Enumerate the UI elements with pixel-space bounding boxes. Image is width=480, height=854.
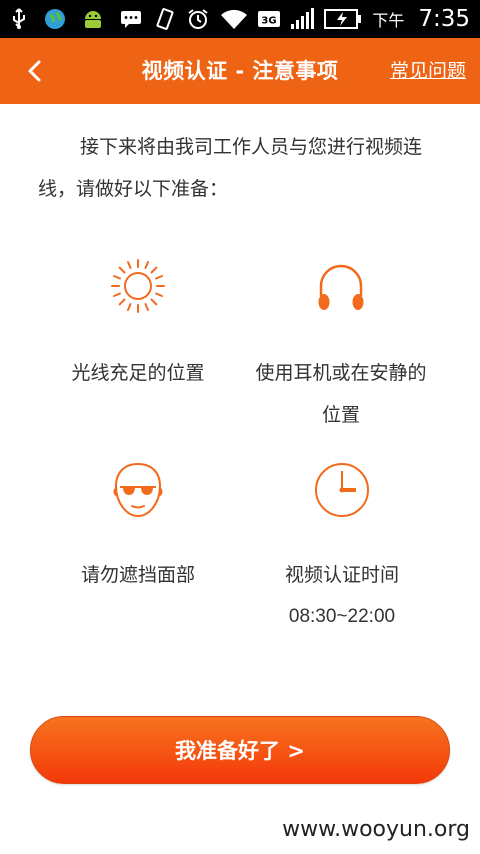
tip-label: 使用耳机或在安静的 [255, 362, 427, 384]
android-icon [82, 9, 104, 29]
network-3g-label: 3G [262, 16, 277, 27]
tip-sub: 08:30~22:00 [288, 606, 396, 627]
face-sunglasses-icon [113, 462, 163, 518]
tip-sub: 位置 [321, 404, 360, 426]
headphones-icon [318, 264, 364, 310]
chevron-left-icon [28, 60, 41, 82]
tip-face: 请勿遮挡面部 [38, 460, 238, 596]
vibrate-icon [154, 7, 176, 31]
tip-label: 视频认证时间 [284, 564, 399, 586]
alarm-icon [186, 7, 210, 31]
wifi-icon [220, 8, 248, 30]
tip-time: 视频认证时间 08:30~22:00 [242, 460, 442, 638]
signal-icon [290, 8, 315, 30]
tip-label: 请勿遮挡面部 [80, 564, 195, 586]
battery-charging-icon [324, 9, 362, 29]
network-3g-icon: 3G [258, 9, 281, 29]
ready-button[interactable]: 我准备好了 > [30, 716, 450, 784]
faq-link[interactable]: 常见问题 [390, 38, 466, 104]
status-time: 7:35 [418, 6, 470, 32]
intro-text: 接下来将由我司工作人员与您进行视频连线，请做好以下准备： [38, 136, 423, 200]
status-right: 3G 下午 7:35 [154, 6, 470, 32]
watermark: www.wooyun.org [282, 817, 470, 842]
app-header: 视频认证 - 注意事项 常见问题 [0, 38, 480, 104]
status-bar: 3G 下午 7:35 [0, 0, 480, 38]
message-icon [120, 9, 142, 29]
tip-headphones: 使用耳机或在安静的 位置 [232, 256, 450, 436]
status-left [10, 8, 142, 30]
usb-icon [10, 8, 28, 30]
sun-icon [111, 259, 165, 313]
tip-label: 光线充足的位置 [71, 362, 205, 384]
tip-lighting: 光线充足的位置 [38, 256, 238, 394]
globe-icon [44, 8, 66, 30]
clock-icon [315, 463, 369, 517]
back-button[interactable] [16, 52, 52, 90]
status-ampm: 下午 [372, 11, 405, 30]
